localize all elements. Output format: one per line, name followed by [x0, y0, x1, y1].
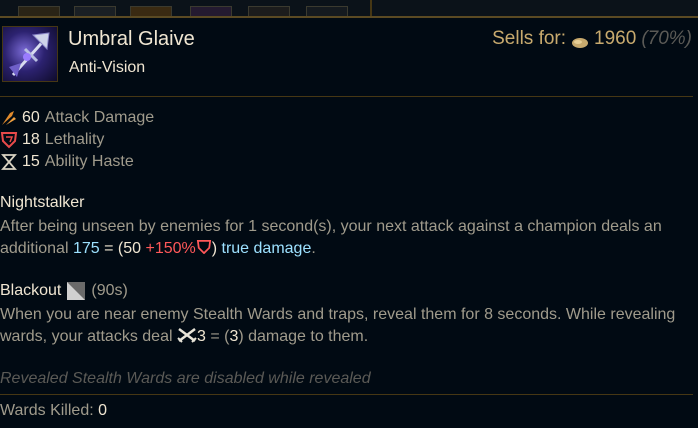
cooldown: (90s)	[91, 282, 128, 299]
item-subtitle: Anti-Vision	[69, 59, 146, 76]
stats-list: 60 Attack Damage 18 Lethality 15 Ability…	[0, 107, 154, 173]
passive-description: After being unseen by enemies for 1 seco…	[0, 218, 662, 257]
item-bar	[0, 0, 698, 18]
divider	[0, 96, 693, 97]
lethality-icon	[196, 239, 212, 255]
item-name: Umbral Glaive	[68, 28, 195, 50]
lethality-icon	[0, 131, 18, 149]
item-tooltip: Umbral Glaive Anti-Vision Sells for: 196…	[0, 16, 698, 428]
sell-label: Sells for:	[492, 28, 567, 49]
ward-icon	[67, 282, 86, 300]
glaive-item-icon	[2, 26, 58, 82]
passive-title: Blackout (90s)	[0, 282, 128, 300]
divider	[0, 394, 693, 395]
sell-value: 1960	[594, 28, 637, 49]
sell-price: Sells for: 1960 (70%)	[492, 28, 692, 50]
sell-percent: (70%)	[641, 28, 692, 49]
panel-divider	[370, 0, 372, 16]
ability-haste-icon	[0, 153, 18, 171]
stat-row: 18 Lethality	[0, 129, 154, 151]
gold-coin-icon	[571, 33, 589, 48]
passive-note: Revealed Stealth Wards are disabled whil…	[0, 370, 371, 387]
passive-title: Nightstalker	[0, 194, 85, 211]
passive-description: When you are near enemy Stealth Wards an…	[0, 306, 676, 345]
stat-row: 15 Ability Haste	[0, 151, 154, 173]
crossed-swords-icon	[177, 327, 197, 343]
wards-killed: Wards Killed: 0	[0, 402, 108, 419]
stat-row: 60 Attack Damage	[0, 107, 154, 129]
attack-damage-icon	[0, 109, 18, 127]
